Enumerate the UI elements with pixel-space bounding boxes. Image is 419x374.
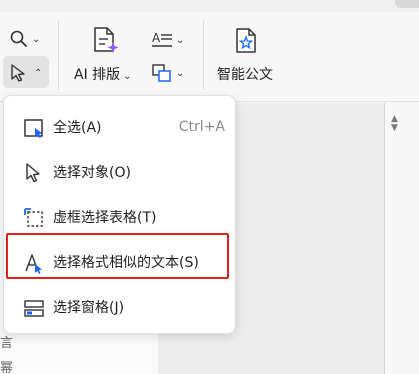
window-corner: [395, 0, 419, 8]
smart-doc-icon-button[interactable]: [234, 27, 258, 55]
smart-doc-button[interactable]: 智能公文: [217, 64, 273, 84]
menu-item-label: 全选(A): [53, 120, 102, 136]
ribbon-separator: [203, 20, 204, 90]
ribbon-separator: [58, 20, 59, 90]
chevron-down-icon: ⌄: [176, 34, 185, 46]
text-direction-button[interactable]: A ⌄: [151, 30, 184, 50]
menu-item-label: 选择窗格(J): [53, 300, 125, 316]
ai-layout-button[interactable]: AI 排版 ⌄: [74, 64, 132, 84]
highlight-box: [6, 233, 229, 279]
select-all-icon: [24, 119, 43, 138]
chevron-up-icon: ⌃: [34, 67, 43, 79]
vertical-scrollbar[interactable]: [385, 103, 419, 374]
chevron-down-icon: ⌄: [123, 71, 132, 82]
scroll-up-icon[interactable]: ▲ ▼: [391, 115, 398, 133]
svg-text:A: A: [152, 31, 161, 45]
ribbon-toolbar: [0, 12, 419, 102]
left-text-fragment: 幂: [0, 361, 14, 374]
menu-item-label: 虚框选择表格(T): [53, 210, 157, 226]
shortcut-label: Ctrl+A: [178, 119, 225, 135]
left-text-fragment: 言: [0, 336, 14, 351]
chevron-down-icon: ⌄: [176, 67, 185, 79]
arrange-objects-button[interactable]: ⌄: [151, 63, 184, 83]
ai-layout-icon-button[interactable]: [92, 26, 120, 56]
menu-item-selection-pane[interactable]: 选择窗格(J): [12, 287, 229, 327]
text-direction-icon: A: [152, 31, 172, 47]
ai-document-icon: [94, 27, 119, 53]
cursor-arrow-icon: [26, 163, 40, 183]
search-icon: [10, 30, 27, 47]
menu-item-dashed-table-select[interactable]: 虚框选择表格(T): [12, 197, 229, 237]
layers-icon: [152, 64, 171, 82]
window-top-bar: [0, 0, 419, 12]
menu-item-select-object[interactable]: 选择对象(O): [12, 152, 229, 192]
select-dropdown-menu: 全选(A) Ctrl+A 选择对象(O) 虚框选择表格(T) 选择格式相似的文本…: [3, 95, 236, 334]
chevron-down-icon: ⌄: [32, 33, 41, 45]
dashed-table-select-icon: [24, 208, 43, 227]
ai-layout-label: AI 排版: [74, 67, 121, 83]
select-cursor-button[interactable]: ⌃: [9, 63, 42, 83]
official-document-icon: [236, 28, 256, 53]
cursor-arrow-icon: [11, 64, 25, 82]
selection-pane-icon: [24, 300, 44, 317]
menu-item-select-all[interactable]: 全选(A) Ctrl+A: [12, 107, 229, 147]
menu-item-label: 选择对象(O): [53, 165, 131, 181]
find-button[interactable]: ⌄: [9, 29, 40, 49]
